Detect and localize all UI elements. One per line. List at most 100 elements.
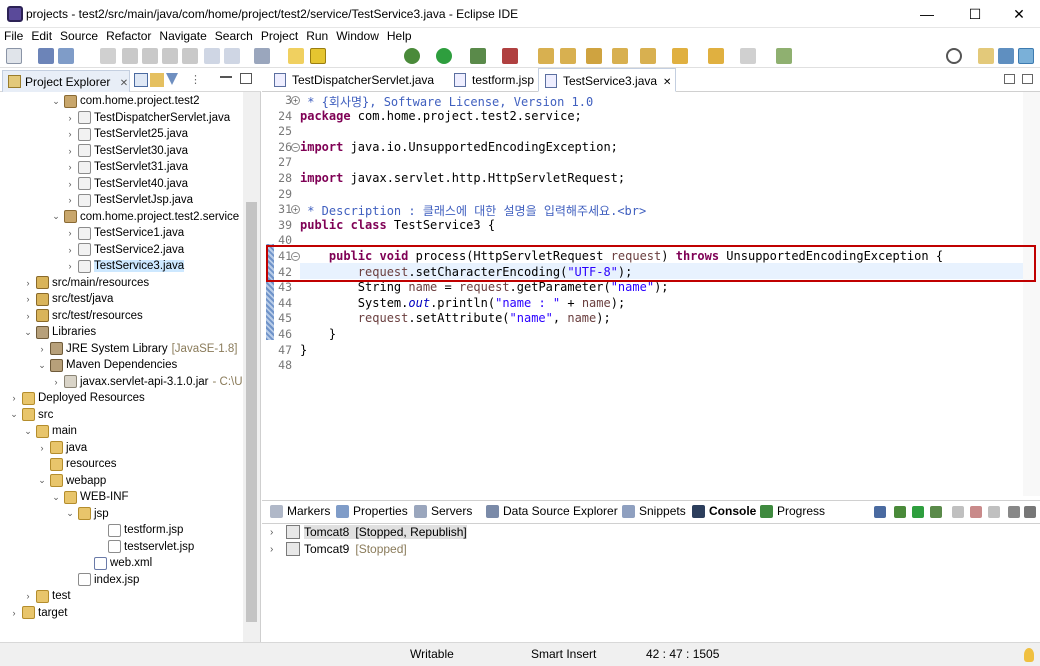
- project-explorer-tab[interactable]: Project Explorer ✕: [2, 70, 130, 92]
- tree-item[interactable]: › src/test/java: [22, 291, 113, 308]
- tree-item[interactable]: web.xml: [80, 555, 152, 572]
- collapsed-chevron-icon[interactable]: ›: [64, 228, 76, 238]
- bottom-tab[interactable]: Data Source Explorer: [486, 504, 618, 518]
- tree-item[interactable]: › test: [22, 588, 71, 605]
- minimize-view-icon[interactable]: [220, 74, 232, 78]
- run-server-icon[interactable]: [470, 48, 486, 64]
- collapsed-chevron-icon[interactable]: ›: [64, 261, 76, 271]
- bottom-tab[interactable]: Servers: [414, 504, 472, 518]
- suspend-icon[interactable]: [142, 48, 158, 64]
- close-button[interactable]: ✕: [996, 0, 1040, 28]
- back-icon[interactable]: [708, 48, 724, 64]
- collapsed-chevron-icon[interactable]: ›: [22, 591, 34, 601]
- expand-fold-icon[interactable]: +: [291, 205, 300, 215]
- tree-item[interactable]: › TestServletJsp.java: [64, 192, 193, 209]
- code-editor[interactable]: 3 + * {회사명}, Software License, Version 1.…: [262, 92, 1040, 496]
- collapsed-chevron-icon[interactable]: ›: [22, 311, 34, 321]
- expanded-chevron-icon[interactable]: ⌄: [36, 360, 48, 371]
- profile-server-icon[interactable]: [930, 506, 942, 518]
- tree-item[interactable]: ⌄ com.home.project.test2.service: [50, 209, 239, 226]
- menu-project[interactable]: Project: [257, 28, 302, 44]
- collapsed-chevron-icon[interactable]: ›: [64, 113, 76, 123]
- collapsed-chevron-icon[interactable]: ›: [36, 344, 48, 354]
- tree-item[interactable]: ⌄ webapp: [36, 473, 106, 490]
- close-icon[interactable]: ✕: [663, 77, 671, 88]
- tree-item[interactable]: › TestService3.java: [64, 258, 185, 275]
- publish-icon[interactable]: [970, 506, 982, 518]
- code-line[interactable]: * Description : 클래스에 대한 설명을 입력해주세요.<br>: [300, 202, 646, 219]
- tree-item[interactable]: index.jsp: [64, 572, 139, 589]
- bottom-tab[interactable]: Console: [692, 504, 756, 518]
- tree-item[interactable]: ⌄ WEB-INF: [50, 489, 129, 506]
- mark-occurrences-icon[interactable]: [288, 48, 304, 64]
- editor-tab[interactable]: testform.jsp: [448, 68, 534, 92]
- collapsed-chevron-icon[interactable]: ›: [22, 294, 34, 304]
- stop-server-icon[interactable]: [952, 506, 964, 518]
- menu-edit[interactable]: Edit: [27, 28, 56, 44]
- open-type-icon[interactable]: [538, 48, 554, 64]
- collapsed-chevron-icon[interactable]: ›: [64, 162, 76, 172]
- collapsed-chevron-icon[interactable]: ›: [64, 146, 76, 156]
- bottom-tab[interactable]: Properties: [336, 504, 408, 518]
- expanded-chevron-icon[interactable]: ⌄: [22, 426, 34, 437]
- next-annotation-icon[interactable]: [612, 48, 628, 64]
- resume-icon[interactable]: [122, 48, 138, 64]
- terminate-icon[interactable]: [162, 48, 178, 64]
- maximize-button[interactable]: ☐: [952, 0, 998, 28]
- expanded-chevron-icon[interactable]: ⌄: [50, 211, 62, 222]
- minimize-view-icon[interactable]: [1024, 506, 1036, 518]
- maximize-view-icon[interactable]: [240, 73, 252, 84]
- open-perspective-icon[interactable]: [978, 48, 994, 64]
- new-icon[interactable]: [6, 48, 22, 64]
- tree-item[interactable]: ⌄ src: [8, 407, 53, 424]
- scrollbar-thumb[interactable]: [246, 202, 257, 622]
- expanded-chevron-icon[interactable]: ⌄: [50, 96, 62, 107]
- step-over-icon[interactable]: [224, 48, 240, 64]
- tree-item[interactable]: › TestService1.java: [64, 225, 184, 242]
- search-icon[interactable]: [946, 48, 962, 64]
- collapsed-chevron-icon[interactable]: ›: [270, 544, 280, 555]
- collapsed-chevron-icon[interactable]: ›: [50, 377, 62, 387]
- view-menu-icon[interactable]: [1008, 506, 1020, 518]
- server-row[interactable]: › Tomcat8 [Stopped, Republish]: [270, 525, 467, 539]
- bottom-tab[interactable]: Snippets: [622, 504, 686, 518]
- external-tools-icon[interactable]: [502, 48, 518, 64]
- expanded-chevron-icon[interactable]: ⌄: [64, 508, 76, 519]
- editor-tab[interactable]: TestService3.java ✕: [538, 68, 676, 92]
- tree-item[interactable]: › src/test/resources: [22, 308, 143, 325]
- tree-item[interactable]: testform.jsp: [94, 522, 183, 539]
- expanded-chevron-icon[interactable]: ⌄: [50, 492, 62, 503]
- minimize-button[interactable]: —: [904, 0, 950, 28]
- search-tool-icon[interactable]: [586, 48, 602, 64]
- collapsed-chevron-icon[interactable]: ›: [64, 179, 76, 189]
- bottom-tab[interactable]: Markers: [270, 504, 330, 518]
- tree-item[interactable]: › JRE System Library [JavaSE-1.8]: [36, 341, 237, 358]
- editor-scrollbar[interactable]: [1023, 92, 1040, 496]
- tree-item[interactable]: › TestServlet31.java: [64, 159, 188, 176]
- tree-item[interactable]: › target: [8, 605, 67, 622]
- server-row[interactable]: › Tomcat9 [Stopped]: [270, 542, 407, 556]
- collapsed-chevron-icon[interactable]: ›: [22, 278, 34, 288]
- explorer-scrollbar[interactable]: [243, 92, 260, 642]
- tree-item[interactable]: › src/main/resources: [22, 275, 149, 292]
- tree-item[interactable]: › java: [36, 440, 87, 457]
- lightbulb-icon[interactable]: [1024, 648, 1034, 662]
- tree-item[interactable]: ⌄ Libraries: [22, 324, 96, 341]
- collapse-all-icon[interactable]: [874, 506, 886, 518]
- editor-tab[interactable]: TestDispatcherServlet.java: [268, 68, 442, 92]
- code-line[interactable]: String name = request.getParameter("name…: [300, 280, 669, 294]
- code-line[interactable]: request.setAttribute("name", name);: [300, 311, 611, 325]
- tree-item[interactable]: ⌄ Maven Dependencies: [36, 357, 177, 374]
- collapsed-chevron-icon[interactable]: ›: [64, 245, 76, 255]
- expand-fold-icon[interactable]: +: [291, 96, 300, 105]
- save-all-icon[interactable]: [58, 48, 74, 64]
- code-line[interactable]: }: [300, 343, 307, 357]
- tree-item[interactable]: › TestService2.java: [64, 242, 184, 259]
- collapsed-chevron-icon[interactable]: ›: [36, 443, 48, 453]
- close-icon[interactable]: ✕: [120, 78, 128, 89]
- disconnect-icon[interactable]: [182, 48, 198, 64]
- collapse-all-icon[interactable]: [134, 73, 148, 87]
- pin-editor-icon[interactable]: [776, 48, 792, 64]
- code-line[interactable]: public class TestService3 {: [300, 218, 495, 232]
- skip-breakpoints-icon[interactable]: [100, 48, 116, 64]
